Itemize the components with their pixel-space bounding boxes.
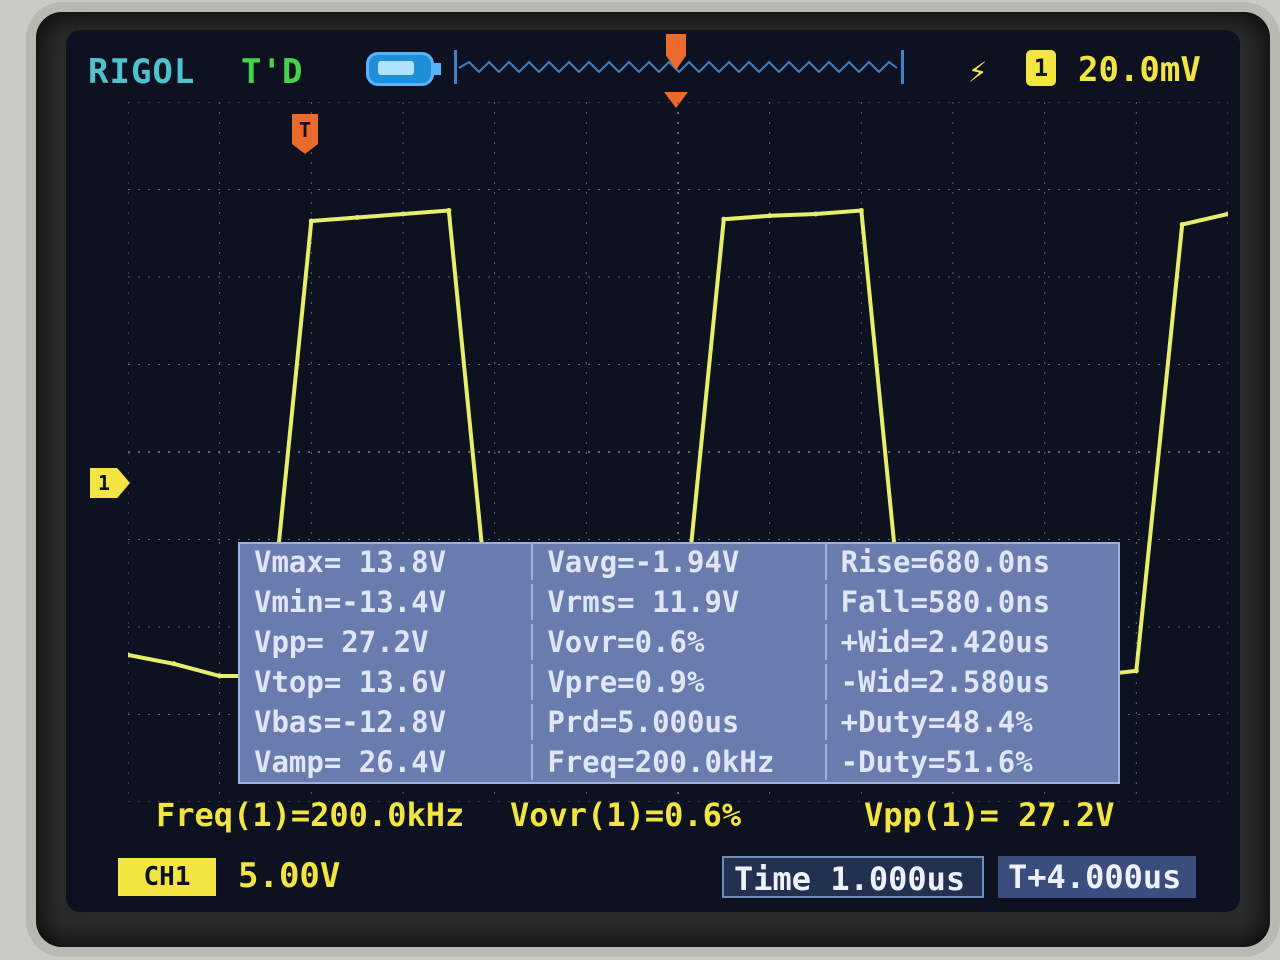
measurement-vamp: Vamp= 26.4V bbox=[240, 744, 534, 780]
series-point bbox=[446, 208, 452, 213]
series-point bbox=[308, 218, 314, 224]
measurement-row: Vamp= 26.4V Freq=200.0kHz -Duty=51.6% bbox=[240, 744, 1118, 780]
summary-vpp: Vpp(1)= 27.2V bbox=[864, 796, 1115, 834]
oscilloscope-screen: RIGOL T'D ⚡ 1 20.0mV T 1 Vmax= 13.8V Vav… bbox=[66, 30, 1240, 912]
measurement-minus-wid: -Wid=2.580us bbox=[840, 665, 1051, 699]
measurement-row: Vbas=-12.8V Prd=5.000us +Duty=48.4% bbox=[240, 704, 1118, 740]
measurement-row: Vtop= 13.6V Vpre=0.9% -Wid=2.580us bbox=[240, 664, 1118, 700]
measurement-plus-wid: +Wid=2.420us bbox=[840, 625, 1051, 659]
trigger-status: T'D bbox=[241, 52, 303, 92]
measurement-freq: Freq=200.0kHz bbox=[533, 744, 827, 780]
series-point bbox=[1133, 668, 1139, 674]
series-point bbox=[400, 211, 406, 217]
summary-vovr: Vovr(1)=0.6% bbox=[510, 796, 742, 834]
time-base: Time 1.000us bbox=[722, 856, 984, 898]
measurement-plus-duty: +Duty=48.4% bbox=[840, 705, 1033, 739]
measurement-minus-duty: -Duty=51.6% bbox=[840, 745, 1033, 779]
top-status-bar: RIGOL T'D ⚡ 1 20.0mV bbox=[66, 30, 1240, 110]
series-point bbox=[171, 661, 177, 667]
measurement-vovr: Vovr=0.6% bbox=[533, 624, 827, 660]
trigger-source-badge: 1 bbox=[1026, 50, 1056, 86]
measurement-row: Vpp= 27.2V Vovr=0.6% +Wid=2.420us bbox=[240, 624, 1118, 660]
measurement-row: Vmin=-13.4V Vrms= 11.9V Fall=580.0ns bbox=[240, 584, 1118, 620]
series-point bbox=[354, 215, 360, 220]
measurement-vtop: Vtop= 13.6V bbox=[240, 664, 534, 700]
measurement-vpre: Vpre=0.9% bbox=[533, 664, 827, 700]
measurement-vbas: Vbas=-12.8V bbox=[240, 704, 534, 740]
measurement-vmax: Vmax= 13.8V bbox=[240, 544, 534, 580]
measurement-rise: Rise=680.0ns bbox=[840, 545, 1051, 579]
rising-edge-icon: ⚡ bbox=[968, 52, 988, 90]
measurement-vmin: Vmin=-13.4V bbox=[240, 584, 534, 620]
ch1-scale-badge: CH1 bbox=[118, 858, 216, 896]
measurement-row: Vmax= 13.8V Vavg=-1.94V Rise=680.0ns bbox=[240, 544, 1118, 580]
series-point bbox=[858, 208, 864, 213]
measurement-fall: Fall=580.0ns bbox=[840, 585, 1051, 619]
memory-depth-icon bbox=[366, 52, 441, 86]
measurement-vavg: Vavg=-1.94V bbox=[533, 544, 827, 580]
measurement-vrms: Vrms= 11.9V bbox=[533, 584, 827, 620]
series-point bbox=[721, 216, 727, 222]
bottom-status-bar: CH1 5.00V Time 1.000us T+4.000us bbox=[66, 850, 1240, 912]
series-point bbox=[217, 673, 223, 679]
trigger-level: 20.0mV bbox=[1078, 50, 1201, 90]
summary-freq: Freq(1)=200.0kHz bbox=[156, 796, 465, 834]
measurement-vpp: Vpp= 27.2V bbox=[240, 624, 534, 660]
series-point bbox=[767, 213, 773, 219]
ch1-scale: 5.00V bbox=[238, 856, 341, 896]
measurement-summary: Freq(1)=200.0kHz Vovr(1)=0.6% Vpp(1)= 27… bbox=[156, 796, 1156, 838]
measurement-prd: Prd=5.000us bbox=[533, 704, 827, 740]
memory-fill-icon bbox=[378, 61, 414, 75]
series-point bbox=[1179, 222, 1185, 227]
ch1-ground-marker: 1 bbox=[90, 468, 130, 498]
brand-label: RIGOL bbox=[88, 52, 196, 92]
trigger-offset: T+4.000us bbox=[998, 856, 1196, 898]
series-point bbox=[813, 211, 818, 217]
measurement-table: Vmax= 13.8V Vavg=-1.94V Rise=680.0ns Vmi… bbox=[238, 542, 1120, 784]
